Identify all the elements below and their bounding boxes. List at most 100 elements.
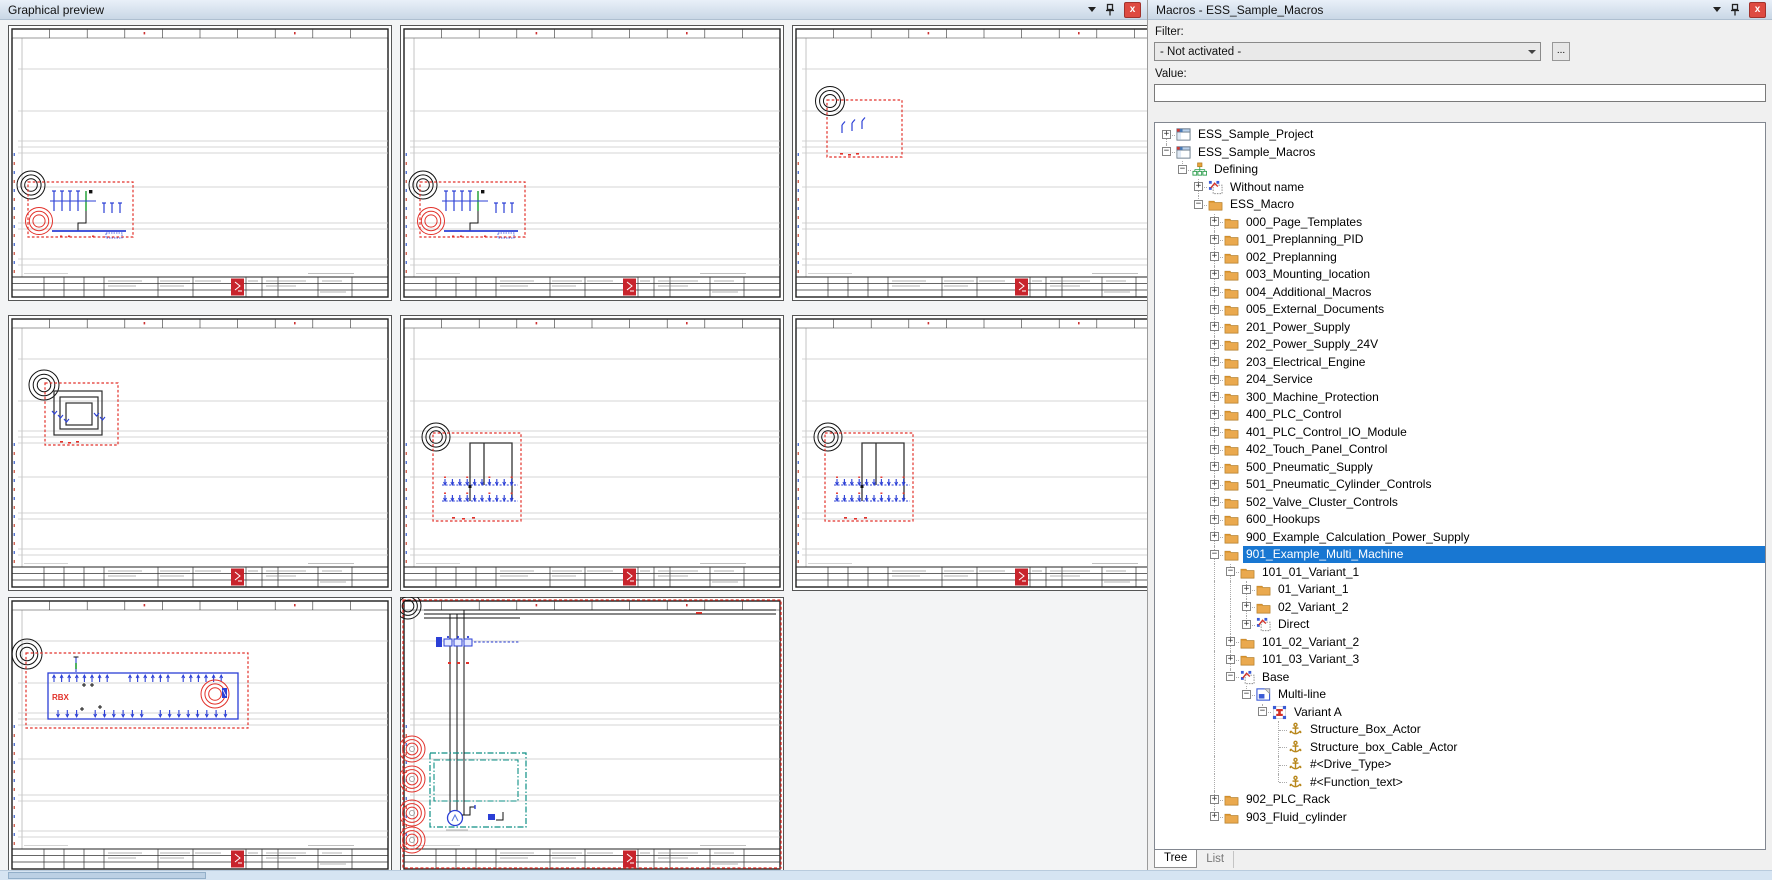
close-icon[interactable]: x — [1749, 2, 1766, 18]
expand-icon[interactable]: + — [1242, 620, 1251, 629]
expand-icon[interactable]: + — [1162, 130, 1171, 139]
collapse-icon[interactable]: − — [1210, 550, 1219, 559]
tree-item[interactable]: −Variant A — [1155, 704, 1765, 722]
tree-item[interactable]: −901_Example_Multi_Machine — [1155, 546, 1765, 564]
expand-icon[interactable]: + — [1210, 357, 1219, 366]
page-thumbnail-page-5[interactable] — [400, 315, 784, 591]
tree-item[interactable]: +201_Power_Supply — [1155, 319, 1765, 337]
horizontal-scrollbar[interactable] — [0, 870, 1772, 880]
expand-icon[interactable]: + — [1210, 217, 1219, 226]
tree-item[interactable]: +402_Touch_Panel_Control — [1155, 441, 1765, 459]
expand-icon[interactable]: + — [1210, 270, 1219, 279]
expand-icon[interactable]: + — [1210, 515, 1219, 524]
expand-icon[interactable]: + — [1210, 305, 1219, 314]
tree-item[interactable]: +203_Electrical_Engine — [1155, 354, 1765, 372]
tree-item[interactable]: +002_Preplanning — [1155, 249, 1765, 267]
expand-icon[interactable]: + — [1210, 427, 1219, 436]
expand-icon[interactable]: + — [1226, 655, 1235, 664]
value-input[interactable] — [1154, 84, 1766, 102]
tree-item[interactable]: +500_Pneumatic_Supply — [1155, 459, 1765, 477]
tree-item[interactable]: −Multi-line — [1155, 686, 1765, 704]
scrollbar-thumb[interactable] — [8, 872, 206, 879]
expand-icon[interactable]: + — [1210, 322, 1219, 331]
collapse-icon[interactable]: − — [1162, 147, 1171, 156]
tree-item[interactable]: +300_Machine_Protection — [1155, 389, 1765, 407]
expand-icon[interactable]: + — [1210, 462, 1219, 471]
expand-icon[interactable]: + — [1210, 497, 1219, 506]
tree-item[interactable]: +401_PLC_Control_IO_Module — [1155, 424, 1765, 442]
tree-item[interactable]: +101_02_Variant_2 — [1155, 634, 1765, 652]
tree-item[interactable]: +02_Variant_2 — [1155, 599, 1765, 617]
tree-item[interactable]: +ESS_Sample_Project — [1155, 126, 1765, 144]
expand-icon[interactable]: + — [1226, 637, 1235, 646]
tree-item[interactable]: +600_Hookups — [1155, 511, 1765, 529]
panel-menu-icon[interactable] — [1713, 7, 1721, 12]
collapse-icon[interactable]: − — [1226, 567, 1235, 576]
tree-item[interactable]: −101_01_Variant_1 — [1155, 564, 1765, 582]
pin-icon[interactable] — [1728, 3, 1742, 17]
tree-item[interactable]: +204_Service — [1155, 371, 1765, 389]
expand-icon[interactable]: + — [1210, 480, 1219, 489]
page-thumbnail-page-7[interactable]: RBX — [8, 597, 392, 870]
expand-icon[interactable]: + — [1210, 532, 1219, 541]
tree-item[interactable]: +005_External_Documents — [1155, 301, 1765, 319]
tree-guide — [1191, 266, 1207, 284]
tree-item[interactable]: +101_03_Variant_3 — [1155, 651, 1765, 669]
tree-item[interactable]: +502_Valve_Cluster_Controls — [1155, 494, 1765, 512]
tree-item[interactable]: +902_PLC_Rack — [1155, 791, 1765, 809]
expand-icon[interactable]: + — [1210, 375, 1219, 384]
expand-icon[interactable]: + — [1194, 182, 1203, 191]
tree-item[interactable]: +Direct — [1155, 616, 1765, 634]
collapse-icon[interactable]: − — [1226, 672, 1235, 681]
tree-item[interactable]: +400_PLC_Control — [1155, 406, 1765, 424]
expand-icon[interactable]: + — [1210, 235, 1219, 244]
tree-item[interactable]: +004_Additional_Macros — [1155, 284, 1765, 302]
expand-icon[interactable]: + — [1242, 585, 1251, 594]
tree-item[interactable]: #<Drive_Type> — [1155, 756, 1765, 774]
expand-icon[interactable]: + — [1210, 410, 1219, 419]
tree-item[interactable]: −ESS_Macro — [1155, 196, 1765, 214]
expand-icon[interactable]: + — [1210, 445, 1219, 454]
close-icon[interactable]: x — [1124, 2, 1141, 18]
page-thumbnail-page-1[interactable] — [8, 25, 392, 301]
panel-menu-icon[interactable] — [1088, 7, 1096, 12]
tree-item[interactable]: +01_Variant_1 — [1155, 581, 1765, 599]
collapse-icon[interactable]: − — [1194, 200, 1203, 209]
expand-icon[interactable]: + — [1210, 287, 1219, 296]
collapse-icon[interactable]: − — [1258, 707, 1267, 716]
tree-item[interactable]: #<Function_text> — [1155, 774, 1765, 792]
pin-icon[interactable] — [1103, 3, 1117, 17]
filter-dropdown[interactable]: - Not activated - — [1154, 42, 1541, 61]
tree-item[interactable]: −Base — [1155, 669, 1765, 687]
expand-icon[interactable]: + — [1210, 340, 1219, 349]
tree-item[interactable]: +003_Mounting_location — [1155, 266, 1765, 284]
tree-item[interactable]: +501_Pneumatic_Cylinder_Controls — [1155, 476, 1765, 494]
tree-item[interactable]: −ESS_Sample_Macros — [1155, 144, 1765, 162]
page-thumbnail-page-8[interactable] — [400, 597, 784, 870]
expand-icon[interactable]: + — [1210, 795, 1219, 804]
collapse-icon[interactable]: − — [1178, 165, 1187, 174]
tree-item[interactable]: Structure_box_Cable_Actor — [1155, 739, 1765, 757]
page-thumbnail-page-6[interactable] — [792, 315, 1147, 591]
page-thumbnail-page-2[interactable] — [400, 25, 784, 301]
tree-item[interactable]: +001_Preplanning_PID — [1155, 231, 1765, 249]
page-thumbnail-page-4[interactable] — [8, 315, 392, 591]
tree-item[interactable]: +000_Page_Templates — [1155, 214, 1765, 232]
expand-icon[interactable]: + — [1242, 602, 1251, 611]
tree-item[interactable]: Structure_Box_Actor — [1155, 721, 1765, 739]
expand-icon[interactable]: + — [1210, 252, 1219, 261]
tree-item[interactable]: +Without name — [1155, 179, 1765, 197]
expand-icon[interactable]: + — [1210, 812, 1219, 821]
page-thumbnail-page-3[interactable] — [792, 25, 1147, 301]
expand-icon[interactable]: + — [1210, 392, 1219, 401]
tree-item[interactable]: −Defining — [1155, 161, 1765, 179]
tree-guide — [1255, 756, 1271, 774]
tree-guide — [1175, 669, 1191, 687]
collapse-icon[interactable]: − — [1242, 690, 1251, 699]
tree-item[interactable]: +900_Example_Calculation_Power_Supply — [1155, 529, 1765, 547]
tab-list[interactable]: List — [1197, 851, 1234, 868]
tab-tree[interactable]: Tree — [1154, 850, 1197, 868]
tree-item[interactable]: +202_Power_Supply_24V — [1155, 336, 1765, 354]
filter-browse-button[interactable]: ... — [1552, 42, 1570, 61]
tree-item[interactable]: +903_Fluid_cylinder — [1155, 809, 1765, 827]
